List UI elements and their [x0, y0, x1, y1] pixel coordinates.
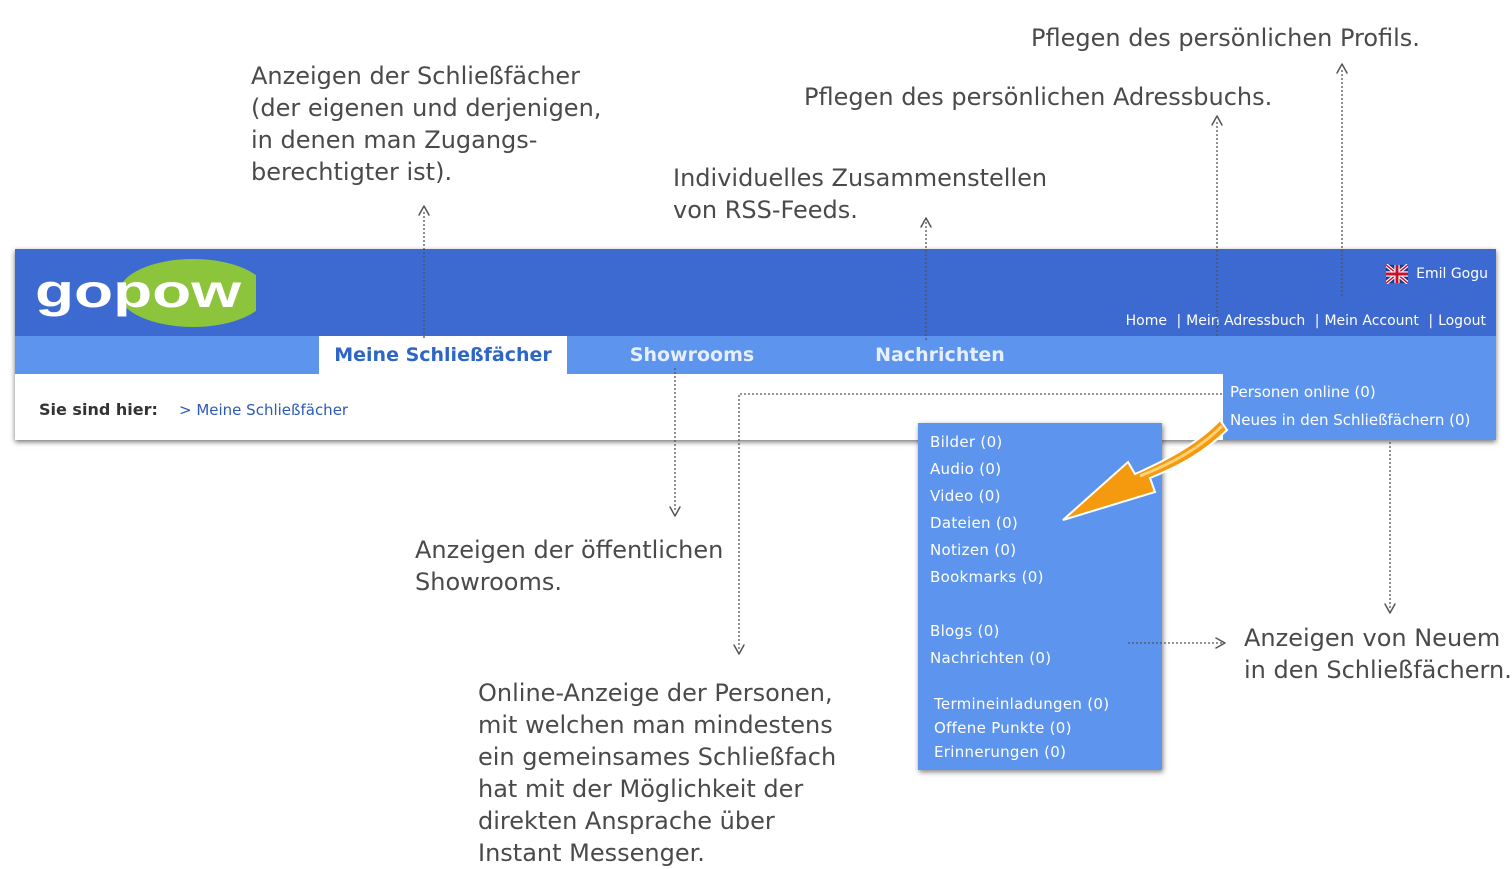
address-book-link[interactable]: Mein Adressbuch [1186, 313, 1305, 329]
annotation-online: Online-Anzeige der Personen, mit welchen… [478, 677, 836, 869]
popup-item-video[interactable]: Video (0) [930, 487, 1001, 505]
popup-item-offene-punkte[interactable]: Offene Punkte (0) [934, 719, 1072, 737]
link-separator: | [1314, 313, 1320, 329]
news-popup-menu: Bilder (0) Audio (0) Video (0) Dateien (… [918, 423, 1162, 770]
status-panel: Personen online (0) Neues in den Schließ… [1223, 374, 1496, 440]
popup-item-dateien[interactable]: Dateien (0) [930, 514, 1018, 532]
annotation-line: ein gemeinsames Schließfach [478, 743, 837, 771]
annotation-line: Pflegen des persönlichen Adressbuchs. [804, 83, 1273, 111]
annotation-rss: Individuelles Zusammenstellen von RSS-Fe… [673, 162, 1047, 226]
popup-item-bilder[interactable]: Bilder (0) [930, 433, 1003, 451]
arrowhead-down-icon [733, 644, 745, 655]
arrowhead-up-icon [418, 205, 430, 216]
arrowhead-down-icon [1384, 603, 1396, 614]
link-separator: | [1176, 313, 1182, 329]
app-window: gopow Emil Gogu Home | Mein Adressbuch | M… [15, 249, 1496, 440]
tab-showrooms[interactable]: Showrooms [607, 336, 777, 374]
annotation-line: mit welchen man mindestens [478, 711, 833, 739]
user-area: Emil Gogu [1386, 263, 1488, 285]
user-name[interactable]: Emil Gogu [1416, 266, 1488, 282]
breadcrumb-label: Sie sind hier: [39, 400, 158, 419]
annotation-line: in denen man Zugangs- [251, 126, 538, 154]
main-nav: Meine Schließfächer Showrooms Nachrichte… [15, 336, 1496, 374]
popup-item-nachrichten[interactable]: Nachrichten (0) [930, 649, 1051, 667]
news-in-lockers-link[interactable]: Neues in den Schließfächern (0) [1230, 411, 1470, 429]
annotation-line: Individuelles Zusammenstellen [673, 164, 1048, 192]
annotation-line: Showrooms. [415, 568, 562, 596]
popup-item-bookmarks[interactable]: Bookmarks (0) [930, 568, 1044, 586]
annotation-news: Anzeigen von Neuem in den Schließfächern… [1244, 622, 1512, 686]
popup-item-audio[interactable]: Audio (0) [930, 460, 1001, 478]
annotation-addressbook: Pflegen des persönlichen Adressbuchs. [804, 81, 1272, 113]
link-separator: | [1428, 313, 1434, 329]
popup-item-notizen[interactable]: Notizen (0) [930, 541, 1016, 559]
annotation-showrooms: Anzeigen der öffentlichen Showrooms. [415, 534, 723, 598]
annotation-line: Anzeigen der Schließfächer [251, 62, 581, 90]
tab-nachrichten[interactable]: Nachrichten [855, 336, 1025, 374]
annotation-line: hat mit der Möglichkeit der [478, 775, 804, 803]
annotation-line: Pflegen des persönlichen Profils. [1031, 24, 1420, 52]
annotation-line: Anzeigen von Neuem [1244, 624, 1501, 652]
logo[interactable]: gopow [31, 259, 256, 327]
annotation-line: direkten Ansprache über [478, 807, 775, 835]
logout-link[interactable]: Logout [1438, 313, 1486, 329]
annotation-line: Anzeigen der öffentlichen [415, 536, 724, 564]
arrowhead-down-icon [669, 506, 681, 517]
annotation-profile: Pflegen des persönlichen Profils. [1031, 22, 1420, 54]
annotation-line: (der eigenen und derjenigen, [251, 94, 602, 122]
annotation-line: Online-Anzeige der Personen, [478, 679, 833, 707]
annotation-line: in den Schließfächern. [1244, 656, 1512, 684]
annotation-line: berechtigter ist). [251, 158, 453, 186]
popup-item-termineinladungen[interactable]: Termineinladungen (0) [934, 695, 1109, 713]
annotation-lockers: Anzeigen der Schließfächer (der eigenen … [251, 60, 601, 188]
arrowhead-up-icon [1211, 115, 1223, 126]
arrowhead-right-icon [1215, 637, 1226, 649]
people-online-link[interactable]: Personen online (0) [1230, 383, 1376, 401]
account-link[interactable]: Mein Account [1324, 313, 1418, 329]
tab-meine-schliessfaecher[interactable]: Meine Schließfächer [319, 336, 567, 374]
header-bar: gopow Emil Gogu Home | Mein Adressbuch | M… [15, 249, 1496, 336]
annotation-line: von RSS-Feeds. [673, 196, 858, 224]
arrowhead-up-icon [1336, 63, 1348, 74]
uk-flag-icon[interactable] [1386, 264, 1409, 284]
popup-item-erinnerungen[interactable]: Erinnerungen (0) [934, 743, 1066, 761]
home-link[interactable]: Home [1126, 313, 1167, 329]
breadcrumb-link[interactable]: > Meine Schließfächer [179, 401, 348, 419]
top-links: Home | Mein Adressbuch | Mein Account | Log… [1126, 313, 1486, 329]
logo-text: gopow [35, 265, 241, 317]
popup-item-blogs[interactable]: Blogs (0) [930, 622, 1000, 640]
annotation-line: Instant Messenger. [478, 839, 705, 867]
